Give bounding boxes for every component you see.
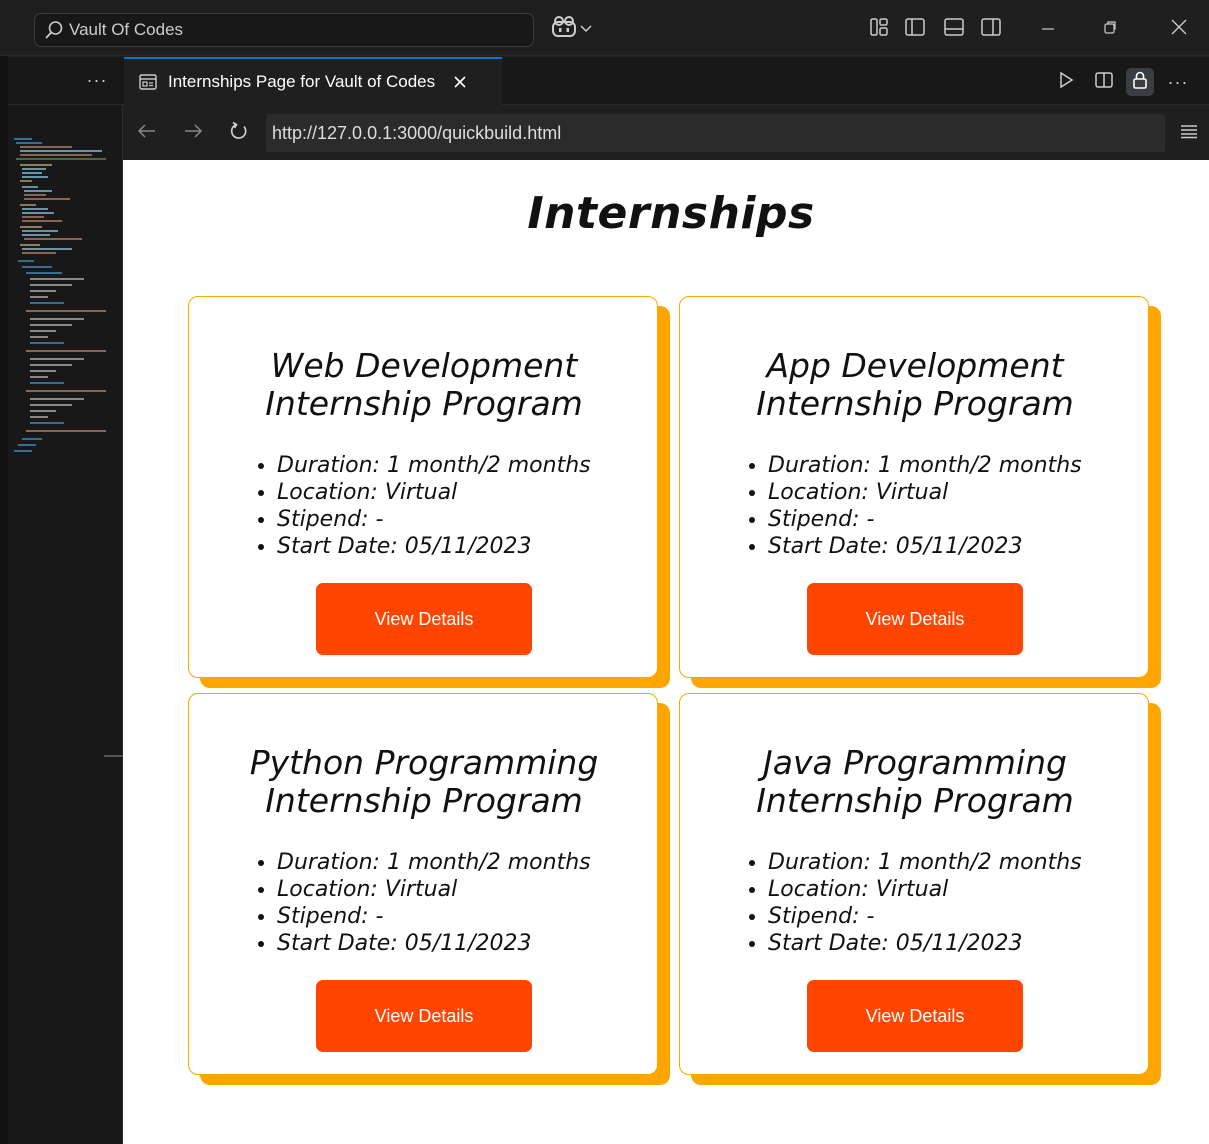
card-title-line2: Internship Program [265, 781, 583, 820]
card-title: Web Development Internship Program [189, 347, 659, 423]
card-title-line2: Internship Program [756, 384, 1074, 423]
card-title-line1: Web Development [270, 346, 578, 385]
tab-internships-page[interactable]: Internships Page for Vault of Codes [124, 57, 502, 105]
card-details-list: Duration: 1 month/2 months Location: Vir… [768, 849, 1138, 957]
detail-location: Location: Virtual [768, 876, 1138, 903]
copilot-icon [551, 15, 577, 44]
layout-grid-icon [869, 17, 889, 42]
detail-location: Location: Virtual [277, 876, 647, 903]
editor-minimap-pane[interactable] [8, 105, 123, 1144]
customize-layout-button[interactable] [866, 16, 892, 42]
arrow-right-icon [183, 123, 203, 144]
arrow-left-icon [137, 123, 157, 144]
split-icon [1094, 71, 1114, 94]
restore-button[interactable] [1088, 10, 1132, 48]
card-details-list: Duration: 1 month/2 months Location: Vir… [768, 452, 1138, 560]
window-edge [0, 0, 8, 1144]
internship-card-java: Java Programming Internship Program Dura… [679, 693, 1149, 1075]
back-button[interactable] [133, 119, 161, 147]
browser-navigation-bar: http://127.0.0.1:3000/quickbuild.html [123, 106, 1209, 160]
detail-start-date: Start Date: 05/11/2023 [768, 930, 1138, 957]
card-title: App Development Internship Program [680, 347, 1150, 423]
toggle-primary-sidebar-button[interactable] [902, 16, 928, 42]
sidebar-more-actions-button[interactable]: ··· [80, 65, 114, 95]
hamburger-icon [1180, 123, 1198, 144]
card-title: Python Programming Internship Program [189, 744, 659, 820]
detail-duration: Duration: 1 month/2 months [768, 452, 1138, 479]
browser-menu-button[interactable] [1175, 119, 1203, 147]
card-details-list: Duration: 1 month/2 months Location: Vir… [277, 452, 647, 560]
page-title: Internships [527, 188, 815, 239]
split-editor-button[interactable] [1090, 68, 1118, 96]
card-title-line2: Internship Program [265, 384, 583, 423]
sidebar-right-icon [980, 17, 1002, 42]
card-title-line1: App Development [766, 346, 1064, 385]
minimize-icon [1040, 19, 1056, 40]
toggle-secondary-sidebar-button[interactable] [978, 16, 1004, 42]
panel-bottom-icon [943, 17, 965, 42]
forward-button[interactable] [179, 119, 207, 147]
internship-card-app: App Development Internship Program Durat… [679, 296, 1149, 678]
search-icon [43, 19, 65, 41]
detail-location: Location: Virtual [768, 479, 1138, 506]
toggle-panel-button[interactable] [941, 16, 967, 42]
view-details-button[interactable]: View Details [807, 583, 1023, 655]
restore-icon [1102, 19, 1118, 40]
pane-sash[interactable] [104, 755, 123, 757]
code-minimap [14, 138, 106, 452]
detail-duration: Duration: 1 month/2 months [277, 849, 647, 876]
web-page-viewport: Internships Web Development Internship P… [123, 160, 1209, 1144]
detail-stipend: Stipend: - [277, 506, 647, 533]
preview-icon [138, 72, 158, 92]
view-details-button[interactable]: View Details [316, 980, 532, 1052]
card-title-line1: Python Programming [249, 743, 599, 782]
detail-location: Location: Virtual [277, 479, 647, 506]
card-title-line1: Java Programming [763, 743, 1067, 782]
url-input[interactable]: http://127.0.0.1:3000/quickbuild.html [266, 114, 1165, 152]
detail-start-date: Start Date: 05/11/2023 [277, 930, 647, 957]
detail-stipend: Stipend: - [768, 506, 1138, 533]
copilot-menu-button[interactable] [551, 15, 597, 44]
internship-card-python: Python Programming Internship Program Du… [188, 693, 658, 1075]
close-tab-button[interactable] [449, 71, 471, 93]
detail-stipend: Stipend: - [768, 903, 1138, 930]
search-text: Vault Of Codes [69, 20, 184, 39]
title-bar: Vault Of Codes [0, 0, 1209, 56]
minimize-button[interactable] [1026, 10, 1070, 48]
view-details-button[interactable]: View Details [316, 583, 532, 655]
chevron-down-icon [580, 20, 592, 38]
run-button[interactable] [1052, 68, 1080, 96]
editor-more-actions-button[interactable]: ··· [1164, 68, 1192, 96]
view-details-button[interactable]: View Details [807, 980, 1023, 1052]
lock-icon [1131, 70, 1149, 95]
tab-label: Internships Page for Vault of Codes [168, 72, 436, 91]
detail-duration: Duration: 1 month/2 months [768, 849, 1138, 876]
card-title: Java Programming Internship Program [680, 744, 1150, 820]
detail-stipend: Stipend: - [277, 903, 647, 930]
sidebar-left-icon [904, 17, 926, 42]
reload-button[interactable] [225, 119, 253, 147]
close-window-button[interactable] [1157, 10, 1201, 48]
editor-tab-strip: ··· Internships Page for Vault of Codes … [8, 57, 1209, 105]
command-center-search[interactable]: Vault Of Codes [34, 13, 534, 47]
card-title-line2: Internship Program [756, 781, 1074, 820]
lock-group-button[interactable] [1126, 68, 1154, 96]
detail-start-date: Start Date: 05/11/2023 [277, 533, 647, 560]
internship-card-web: Web Development Internship Program Durat… [188, 296, 658, 678]
close-icon [1170, 18, 1188, 41]
card-details-list: Duration: 1 month/2 months Location: Vir… [277, 849, 647, 957]
detail-duration: Duration: 1 month/2 months [277, 452, 647, 479]
play-icon [1057, 71, 1075, 94]
detail-start-date: Start Date: 05/11/2023 [768, 533, 1138, 560]
refresh-icon [229, 121, 249, 146]
